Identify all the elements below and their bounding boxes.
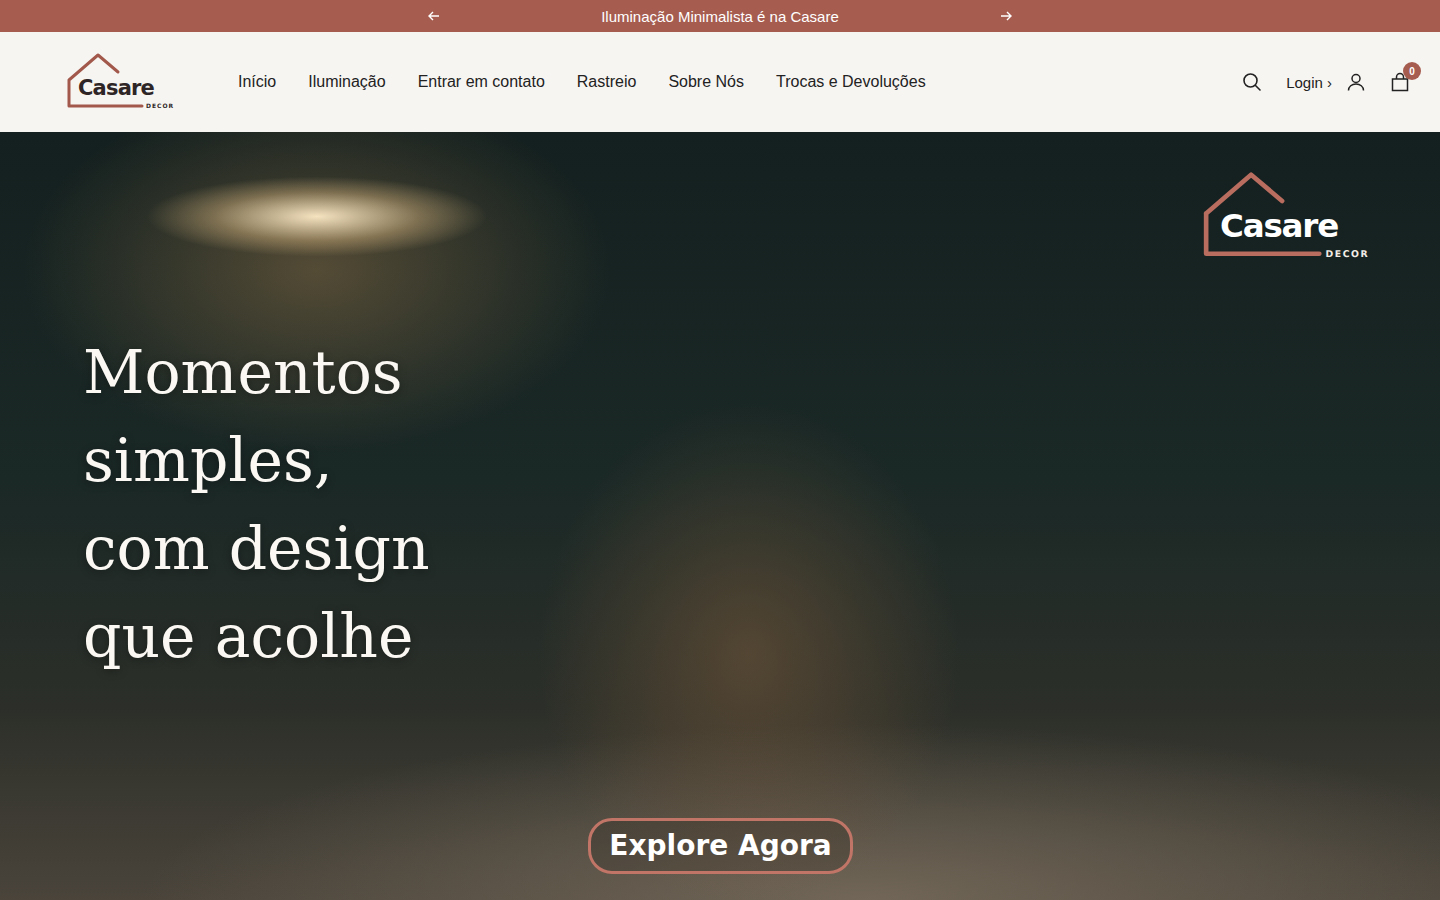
nav-item[interactable]: Trocas e Devoluções [776,73,926,91]
logo-tagline: DECOR [1326,248,1370,260]
logo-tagline: DECOR [146,102,174,110]
search-icon[interactable] [1242,72,1262,92]
arrow-right-icon[interactable] [999,9,1013,23]
page: Iluminação Minimalista é na Casare Casare… [0,0,1440,900]
main-nav: Início Iluminação Entrar em contato Rastrei… [238,73,1242,91]
login-link[interactable]: Login › [1286,74,1332,91]
cart-count-badge: 0 [1403,62,1421,80]
nav-item[interactable]: Entrar em contato [418,73,545,91]
user-icon[interactable] [1346,72,1366,92]
explore-button[interactable]: Explore Agora [588,818,852,874]
nav-item[interactable]: Início [238,73,276,91]
hero-logo: Casare DECOR [1202,170,1373,263]
announcement-bar: Iluminação Minimalista é na Casare [0,0,1440,32]
headline-line: que acolhe [83,592,430,680]
announcement-text[interactable]: Iluminação Minimalista é na Casare [601,8,839,25]
nav-item[interactable]: Iluminação [308,73,385,91]
arrow-left-icon[interactable] [427,9,441,23]
cart-button[interactable]: 0 [1390,72,1410,92]
headline-line: com design [83,504,430,592]
hero-headline: Momentossimples,com designque acolhe [83,328,430,680]
nav-item[interactable]: Rastreio [577,73,637,91]
logo-name: Casare [1220,206,1338,246]
hero-banner: Casare DECOR Momentossimples,com designque… [0,132,1440,900]
nav-item[interactable]: Sobre Nós [668,73,744,91]
logo[interactable]: CasareDECOR [66,52,176,112]
site-header: CasareDECOR Início Iluminação Entrar em con… [0,32,1440,132]
header-actions: Login › 0 [1242,72,1416,92]
headline-line: simples, [83,416,430,504]
logo-name: Casare [78,75,154,101]
headline-line: Momentos [83,328,430,416]
